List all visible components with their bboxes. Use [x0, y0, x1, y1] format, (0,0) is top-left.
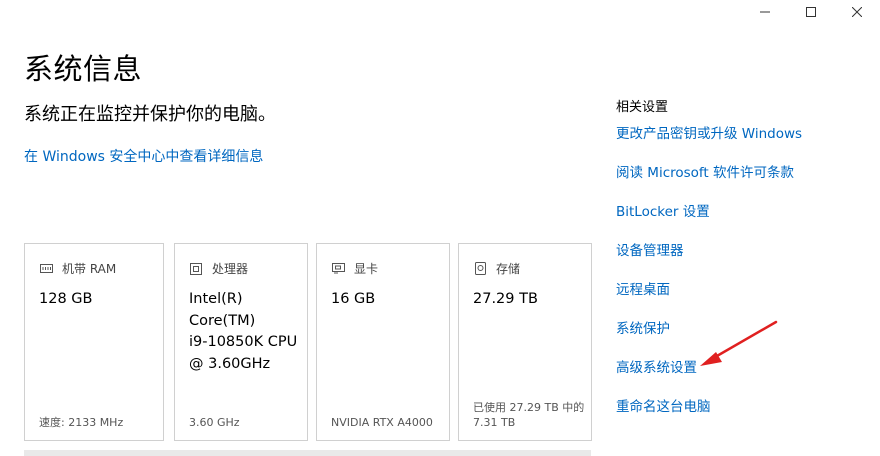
rename-pc-link[interactable]: 重命名这台电脑	[616, 400, 802, 439]
system-protection-link[interactable]: 系统保护	[616, 322, 802, 361]
card-label: 机带 RAM	[62, 262, 117, 276]
storage-card: 存储 27.29 TB 已使用 27.29 TB 中的 7.31 TB	[458, 243, 592, 441]
card-label: 显卡	[354, 262, 379, 276]
close-button[interactable]	[834, 0, 880, 24]
page-title: 系统信息	[24, 52, 143, 86]
related-settings: 相关设置 更改产品密钥或升级 Windows 阅读 Microsoft 软件许可…	[616, 96, 802, 439]
ram-icon	[39, 263, 53, 275]
next-section-edge	[24, 450, 591, 456]
close-icon	[852, 7, 862, 17]
card-header: 处理器	[189, 260, 248, 277]
card-label: 存储	[496, 262, 521, 276]
minimize-icon	[760, 11, 770, 13]
remote-desktop-link[interactable]: 远程桌面	[616, 283, 802, 322]
card-header: 存储	[473, 260, 520, 277]
page-subtitle: 系统正在监控并保护你的电脑。	[24, 104, 276, 125]
card-header: 机带 RAM	[39, 260, 116, 277]
card-footer: 速度: 2133 MHz	[39, 416, 124, 429]
processor-icon	[189, 262, 203, 275]
card-value: Intel(R) Core(TM) i9-10850K CPU @ 3.60GH…	[189, 291, 298, 372]
card-value: 27.29 TB	[473, 291, 538, 307]
license-terms-link[interactable]: 阅读 Microsoft 软件许可条款	[616, 166, 802, 205]
ram-card: 机带 RAM 128 GB 速度: 2133 MHz	[24, 243, 164, 441]
security-center-link[interactable]: 在 Windows 安全中心中查看详细信息	[24, 146, 263, 166]
change-product-key-link[interactable]: 更改产品密钥或升级 Windows	[616, 127, 802, 166]
storage-icon	[473, 262, 487, 275]
maximize-icon	[806, 7, 816, 17]
card-header: 显卡	[331, 260, 378, 277]
window-controls	[742, 0, 880, 24]
related-settings-heading: 相关设置	[616, 100, 669, 115]
advanced-system-settings-link[interactable]: 高级系统设置	[616, 361, 802, 400]
gpu-icon	[331, 263, 345, 275]
maximize-button[interactable]	[788, 0, 834, 24]
bitlocker-settings-link[interactable]: BitLocker 设置	[616, 205, 802, 244]
card-value: 128 GB	[39, 291, 93, 307]
card-footer: 3.60 GHz	[189, 416, 240, 429]
card-footer: 已使用 27.29 TB 中的 7.31 TB	[473, 401, 585, 429]
card-footer: NVIDIA RTX A4000	[331, 416, 433, 429]
card-label: 处理器	[212, 262, 249, 276]
processor-card: 处理器 Intel(R) Core(TM) i9-10850K CPU @ 3.…	[174, 243, 308, 441]
card-value: 16 GB	[331, 291, 376, 307]
device-manager-link[interactable]: 设备管理器	[616, 244, 802, 283]
gpu-card: 显卡 16 GB NVIDIA RTX A4000	[316, 243, 450, 441]
minimize-button[interactable]	[742, 0, 788, 24]
